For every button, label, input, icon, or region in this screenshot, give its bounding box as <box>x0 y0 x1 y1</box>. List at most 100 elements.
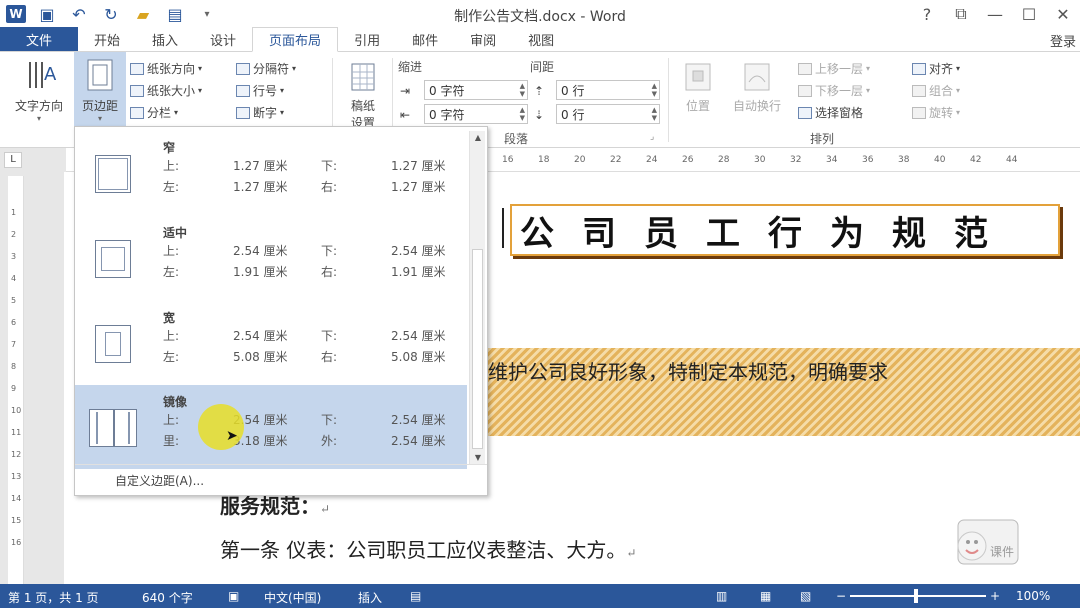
bring-forward-button[interactable]: 上移一层 ▾ <box>798 60 870 77</box>
tab-design[interactable]: 设计 <box>194 27 252 51</box>
zoom-in-icon[interactable]: + <box>990 589 1000 603</box>
paper-setup-button[interactable]: 稿纸 设置 <box>340 58 386 131</box>
tab-view[interactable]: 视图 <box>512 27 570 51</box>
spacing-before-input[interactable]: 0 行 ▲ ▼ <box>556 80 660 100</box>
intro-paragraph[interactable]: 维护公司良好形象，特制定本规范，明确要求 <box>488 356 888 385</box>
ruler-tick-label: 38 <box>898 155 910 165</box>
ruler-tick-label: 42 <box>970 155 982 165</box>
help-button[interactable]: ? <box>910 0 944 28</box>
tab-file[interactable]: 文件 <box>0 27 78 51</box>
maximize-button[interactable]: ☐ <box>1012 0 1046 28</box>
size-label: 纸张大小 <box>147 84 196 98</box>
redo-icon[interactable]: ↻ <box>100 5 122 24</box>
option-value: 1.27 厘米 <box>233 159 288 173</box>
article-paragraph[interactable]: 第一条 仪表：公司职员工应仪表整洁、大方。↵ <box>220 534 636 563</box>
send-backward-button[interactable]: 下移一层 ▾ <box>798 82 870 99</box>
margin-option-narrow[interactable]: 窄 上: 1.27 厘米 下: 1.27 厘米 左: 1.27 厘米 右: 1.… <box>75 131 467 215</box>
spacing-after-input[interactable]: 0 行 ▲ ▼ <box>556 104 660 124</box>
columns-button[interactable]: 分栏 ▾ <box>130 104 178 121</box>
orientation-button[interactable]: 纸张方向 ▾ <box>130 60 202 77</box>
rotate-button[interactable]: 旋转 ▾ <box>912 104 960 121</box>
web-layout-icon[interactable]: ▧ <box>800 589 811 603</box>
option-value: 2.54 厘米 <box>391 244 446 258</box>
proofing-icon[interactable]: ▣ <box>228 589 239 603</box>
group-button[interactable]: 组合 ▾ <box>912 82 960 99</box>
zoom-slider-thumb[interactable] <box>914 589 918 603</box>
margins-dropdown: 窄 上: 1.27 厘米 下: 1.27 厘米 左: 1.27 厘米 右: 1.… <box>74 126 488 496</box>
ruler-tick-label: 14 <box>11 494 22 503</box>
ruler-tick-label: 13 <box>11 472 22 481</box>
insert-mode[interactable]: 插入 <box>358 589 382 606</box>
page-count[interactable]: 第 1 页，共 1 页 <box>8 589 99 606</box>
word-count[interactable]: 640 个字 <box>142 589 193 606</box>
zoom-out-icon[interactable]: − <box>836 589 846 603</box>
article-text: 第一条 仪表：公司职员工应仪表整洁、大方。 <box>220 538 627 562</box>
tab-references[interactable]: 引用 <box>338 27 396 51</box>
courseware-watermark-icon: 课件 <box>957 519 1019 565</box>
margin-option-moderate[interactable]: 适中 上: 2.54 厘米 下: 2.54 厘米 左: 1.91 厘米 右: 1… <box>75 216 467 300</box>
wrap-text-button[interactable]: 自动换行 <box>722 58 792 114</box>
selection-pane-button[interactable]: 选择窗格 <box>798 104 863 121</box>
separator <box>668 58 669 142</box>
indent-label: 缩进 <box>398 60 423 74</box>
ruler-tick-label: 20 <box>574 155 586 165</box>
tab-selector[interactable]: L <box>4 152 22 168</box>
position-button[interactable]: 位置 <box>676 58 720 114</box>
close-button[interactable]: ✕ <box>1046 0 1080 28</box>
scroll-up-icon[interactable]: ▲ <box>470 131 486 145</box>
ruler-tick-label: 44 <box>1006 155 1018 165</box>
vertical-ruler[interactable]: 1 2 3 4 5 6 7 8 9 10 11 12 13 14 15 16 <box>8 176 24 584</box>
paragraph-dialog-launcher-icon[interactable]: ⌟ <box>650 132 654 142</box>
columns-label: 分栏 <box>147 106 172 120</box>
read-mode-icon[interactable]: ▥ <box>716 589 727 603</box>
ruler-tick-label: 28 <box>718 155 730 165</box>
spacing-label: 间距 <box>530 60 555 74</box>
ribbon-display-button[interactable]: ⧉ <box>944 0 978 28</box>
option-label: 下: <box>321 329 338 343</box>
size-button[interactable]: 纸张大小 ▾ <box>130 82 202 99</box>
option-label: 右: <box>321 180 338 194</box>
mouse-cursor-icon: ➤ <box>226 428 238 444</box>
margin-option-wide[interactable]: 宽 上: 2.54 厘米 下: 2.54 厘米 左: 5.08 厘米 右: 5.… <box>75 301 467 385</box>
zoom-slider[interactable] <box>850 595 986 597</box>
custom-margins-item[interactable]: 自定义边距(A)... <box>115 472 204 489</box>
macro-icon[interactable]: ▤ <box>410 589 421 603</box>
ruler-tick-label: 4 <box>11 274 17 283</box>
breaks-button[interactable]: 分隔符 ▾ <box>236 60 296 77</box>
align-button[interactable]: 对齐 ▾ <box>912 60 960 77</box>
option-value: 2.54 厘米 <box>391 329 446 343</box>
minimize-button[interactable]: — <box>978 0 1012 28</box>
login-link[interactable]: 登录 <box>1050 31 1076 50</box>
margins-button[interactable]: 页边距 ▾ <box>74 54 126 123</box>
title-text-box[interactable]: 公司员工行为规范 <box>510 204 1060 256</box>
indent-right-value: 0 字符 <box>429 107 465 122</box>
text-direction-button[interactable]: A 文字方向 ▾ <box>4 54 74 123</box>
save-as-icon[interactable]: ▤ <box>164 5 186 24</box>
line-numbers-button[interactable]: 行号 ▾ <box>236 82 284 99</box>
indent-left-input[interactable]: 0 字符 ▲ ▼ <box>424 80 528 100</box>
open-folder-icon[interactable]: ▰ <box>132 5 154 24</box>
tab-insert[interactable]: 插入 <box>136 27 194 51</box>
tab-page-layout[interactable]: 页面布局 <box>252 27 339 52</box>
option-label: 外: <box>321 434 338 448</box>
spacing-after-value: 0 行 <box>561 107 585 122</box>
save-icon[interactable]: ▣ <box>36 5 58 24</box>
margin-option-mirrored[interactable]: 镜像 上: 2.54 厘米 下: 2.54 厘米 里: 3.18 厘米 外: 2… <box>75 385 467 469</box>
indent-right-input[interactable]: 0 字符 ▲ ▼ <box>424 104 528 124</box>
scroll-down-icon[interactable]: ▼ <box>470 451 486 465</box>
zoom-level[interactable]: 100% <box>1016 589 1050 603</box>
wide-margin-icon <box>95 325 131 363</box>
tab-home[interactable]: 开始 <box>78 27 136 51</box>
send-backward-icon <box>798 84 812 97</box>
tab-review[interactable]: 审阅 <box>454 27 512 51</box>
customize-qat-icon[interactable]: ▾ <box>196 9 218 20</box>
scroll-thumb[interactable] <box>472 249 483 449</box>
hyphenation-button[interactable]: 断字 ▾ <box>236 104 284 121</box>
quick-access-toolbar: W ▣ ↶ ↻ ▰ ▤ ▾ <box>0 5 218 24</box>
dropdown-scrollbar[interactable]: ▲ ▼ <box>469 131 485 465</box>
undo-icon[interactable]: ↶ <box>68 5 90 24</box>
language[interactable]: 中文(中国) <box>264 589 321 606</box>
tab-mailings[interactable]: 邮件 <box>396 27 454 51</box>
print-layout-icon[interactable]: ▦ <box>760 589 771 603</box>
position-label: 位置 <box>685 99 710 113</box>
